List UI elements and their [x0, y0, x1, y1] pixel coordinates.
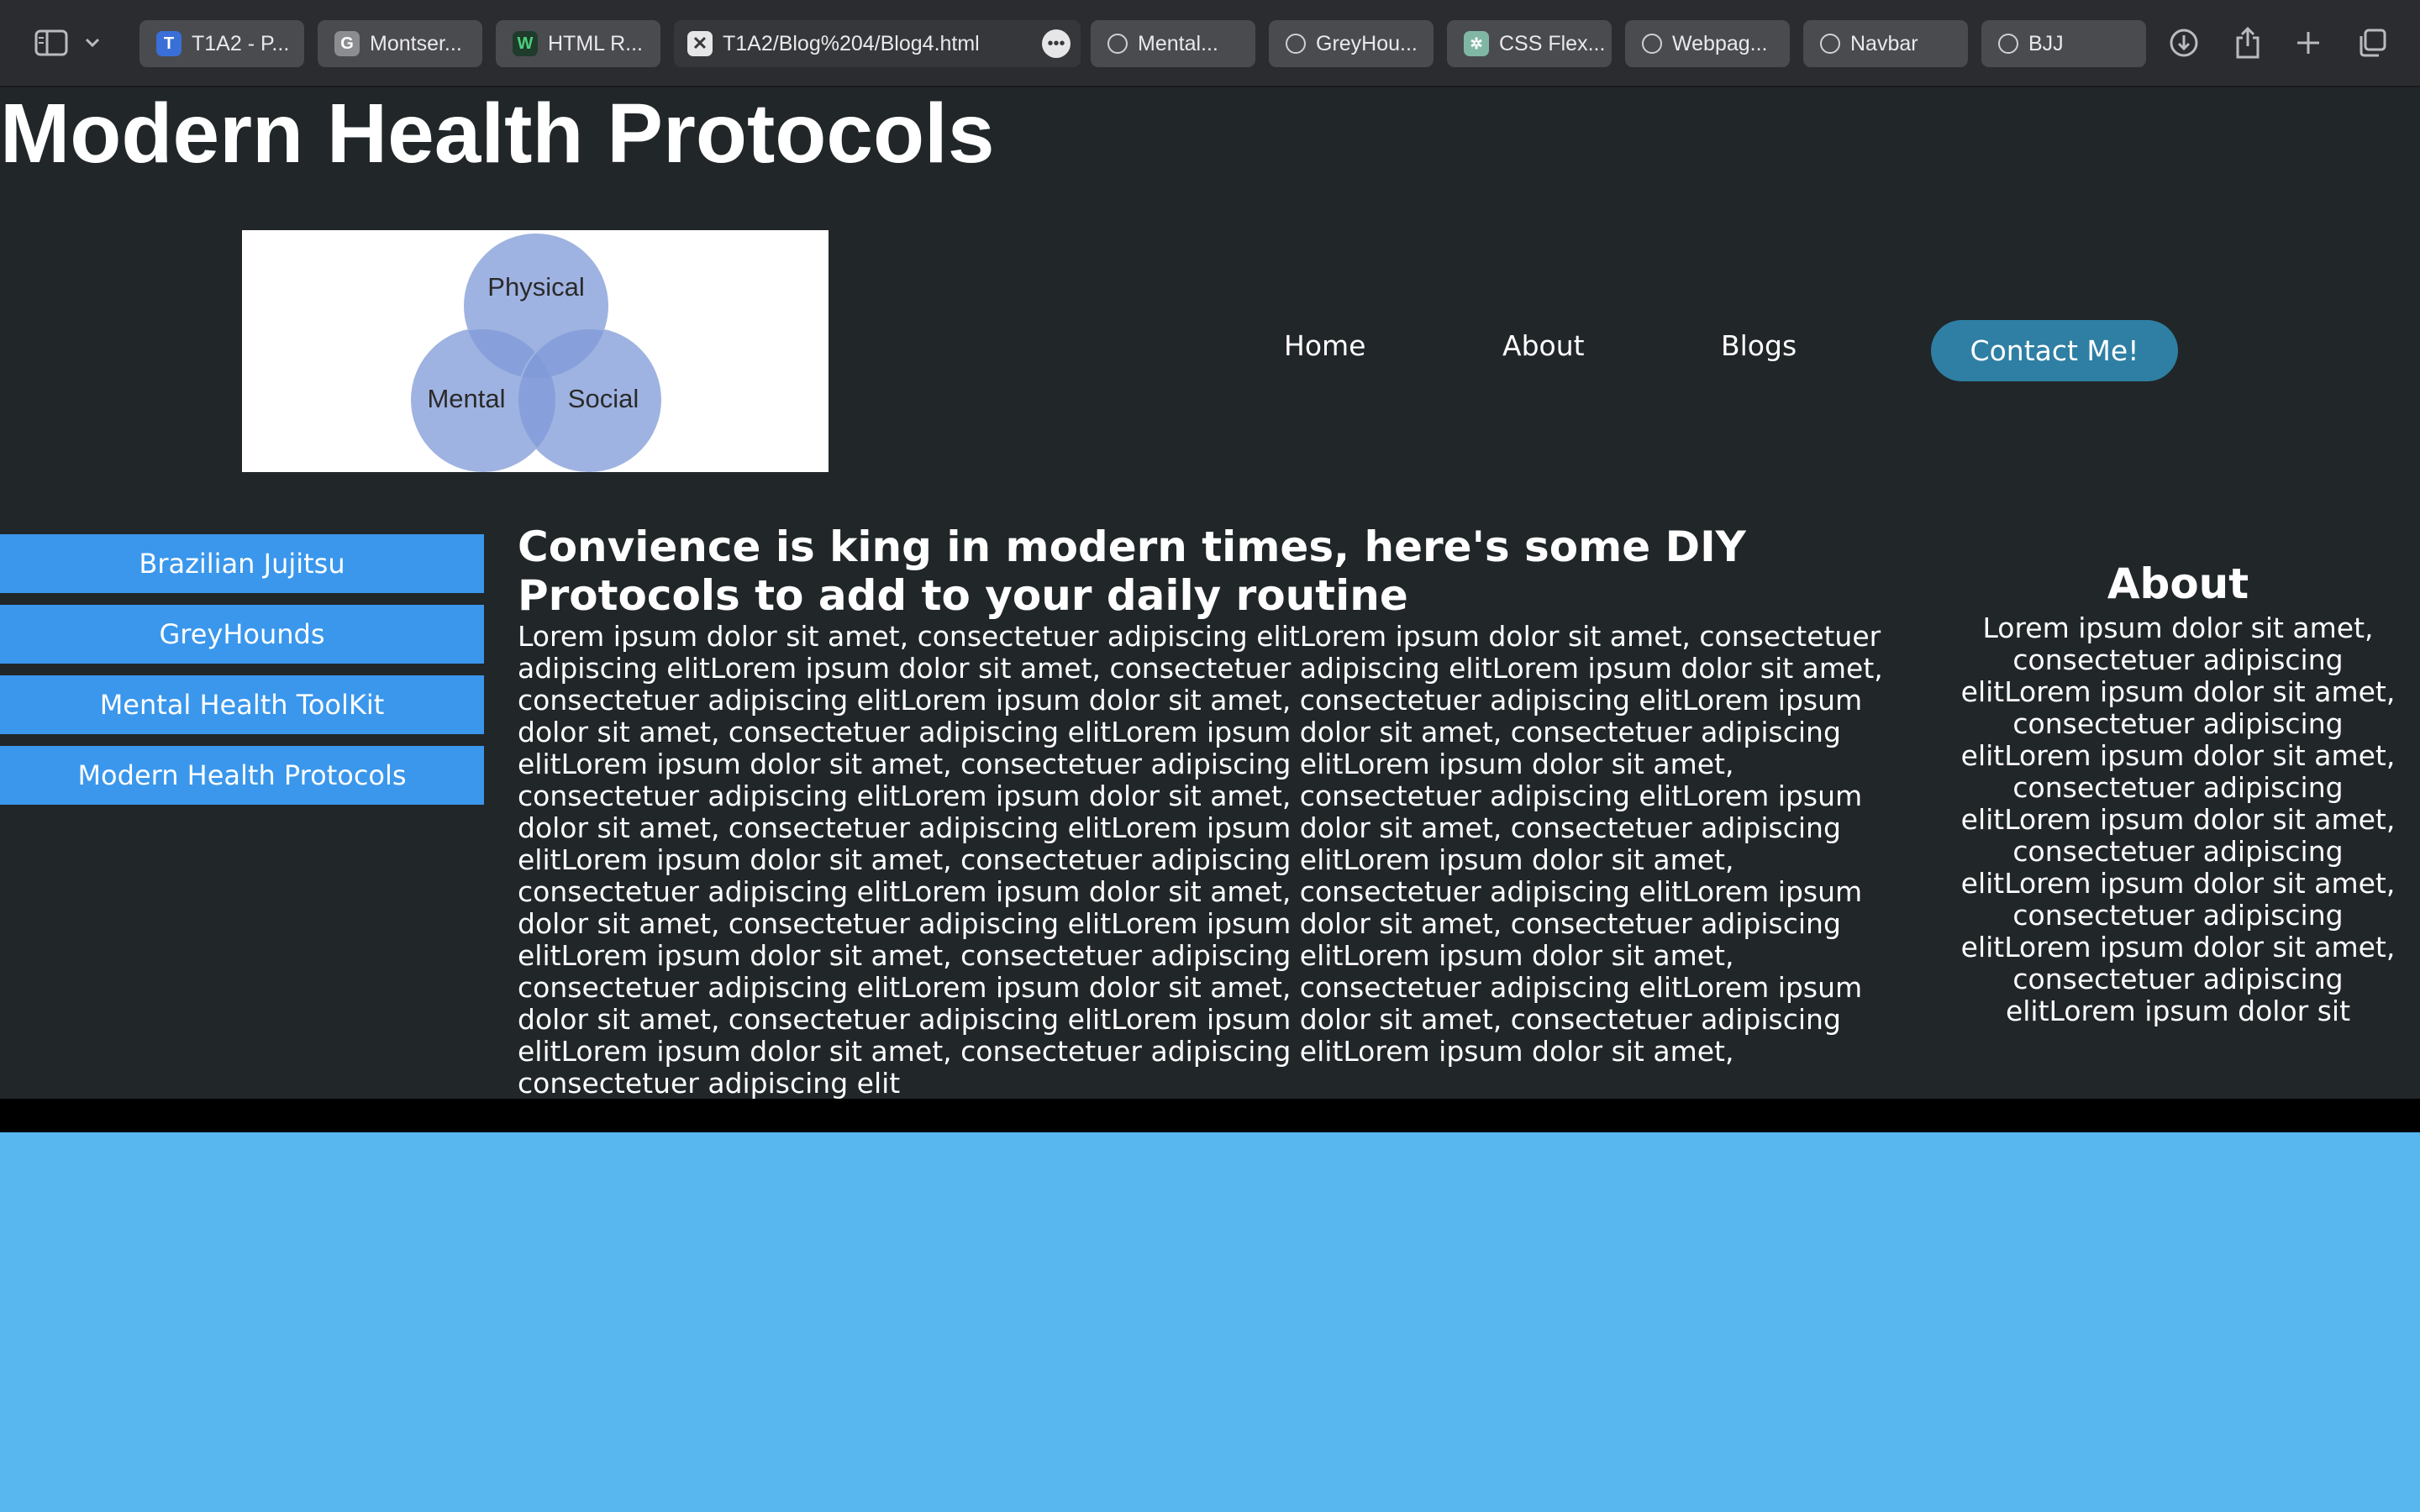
tab-html-reference[interactable]: W HTML R... — [496, 20, 660, 67]
compass-icon — [1642, 34, 1662, 54]
tab-montserrat[interactable]: G Montser... — [318, 20, 482, 67]
tab-label: HTML R... — [548, 31, 643, 55]
compass-icon — [1820, 34, 1840, 54]
tab-label: CSS Flex... — [1499, 31, 1606, 55]
close-icon[interactable]: ✕ — [687, 31, 713, 56]
tab-label: Montser... — [370, 31, 462, 55]
tab-bjj[interactable]: BJJ — [1981, 20, 2146, 67]
plus-icon[interactable] — [2287, 22, 2329, 64]
tab-t1a2[interactable]: T T1A2 - P... — [139, 20, 304, 67]
tab-navbar[interactable]: Navbar — [1803, 20, 1968, 67]
site-title: Modern Health Protocols — [0, 87, 995, 181]
w3-icon: W — [513, 31, 538, 56]
nav-home-link[interactable]: Home — [1284, 329, 1365, 362]
venn-diagram-image: Physical Mental Social — [242, 230, 829, 472]
about-body: Lorem ipsum dolor sit amet, consectetuer… — [1960, 612, 2396, 1027]
tab-blog4-active[interactable]: ✕ T1A2/Blog%204/Blog4.html ••• — [674, 20, 1081, 67]
openai-icon: ✲ — [1464, 31, 1489, 56]
download-icon[interactable] — [2163, 22, 2205, 64]
tab-greyhounds[interactable]: GreyHou... — [1269, 20, 1434, 67]
T1A2-favicon-icon: T — [156, 31, 182, 56]
tab-css-flex[interactable]: ✲ CSS Flex... — [1447, 20, 1612, 67]
more-icon[interactable]: ••• — [1042, 29, 1071, 58]
tab-label: T1A2/Blog%204/Blog4.html — [723, 31, 980, 55]
sidebar-icon[interactable] — [30, 22, 72, 64]
google-fonts-icon: G — [334, 31, 360, 56]
tab-mental[interactable]: Mental... — [1091, 20, 1255, 67]
nav-blogs-link[interactable]: Blogs — [1721, 329, 1797, 362]
venn-diagram-svg: Physical Mental Social — [411, 234, 661, 472]
chevron-down-icon[interactable] — [76, 22, 109, 64]
sidebar-item-mental-health-toolkit[interactable]: Mental Health ToolKit — [0, 675, 484, 734]
sidebar-item-modern-health-protocols[interactable]: Modern Health Protocols — [0, 746, 484, 805]
tab-label: Navbar — [1850, 31, 1918, 55]
venn-label-physical: Physical — [487, 272, 584, 302]
sidebar-item-greyhounds[interactable]: GreyHounds — [0, 605, 484, 664]
tab-label: GreyHou... — [1316, 31, 1418, 55]
tab-label: T1A2 - P... — [192, 31, 290, 55]
share-icon[interactable] — [2227, 22, 2269, 64]
blog-post-title: Convience is king in modern times, here'… — [518, 522, 1746, 620]
about-heading: About — [2107, 559, 2249, 608]
blog-post-body: Lorem ipsum dolor sit amet, consectetuer… — [518, 620, 1883, 1100]
footer-strip — [0, 1099, 2420, 1132]
web-page: Modern Health Protocols Physical Mental … — [0, 87, 2420, 1100]
tab-webpage[interactable]: Webpag... — [1625, 20, 1790, 67]
compass-icon — [1998, 34, 2018, 54]
tab-label: BJJ — [2028, 31, 2064, 55]
nav-about-link[interactable]: About — [1502, 329, 1585, 362]
compass-icon — [1286, 34, 1306, 54]
venn-label-mental: Mental — [427, 384, 505, 413]
browser-toolbar: T T1A2 - P... G Montser... W HTML R... ✕… — [0, 0, 2420, 87]
tab-label: Webpag... — [1672, 31, 1768, 55]
contact-me-button[interactable]: Contact Me! — [1931, 320, 2178, 381]
compass-icon — [1107, 34, 1128, 54]
tabs-overview-icon[interactable] — [2351, 22, 2393, 64]
tab-label: Mental... — [1138, 31, 1218, 55]
venn-label-social: Social — [568, 384, 639, 413]
sidebar-item-brazilian-jujitsu[interactable]: Brazilian Jujitsu — [0, 534, 484, 593]
